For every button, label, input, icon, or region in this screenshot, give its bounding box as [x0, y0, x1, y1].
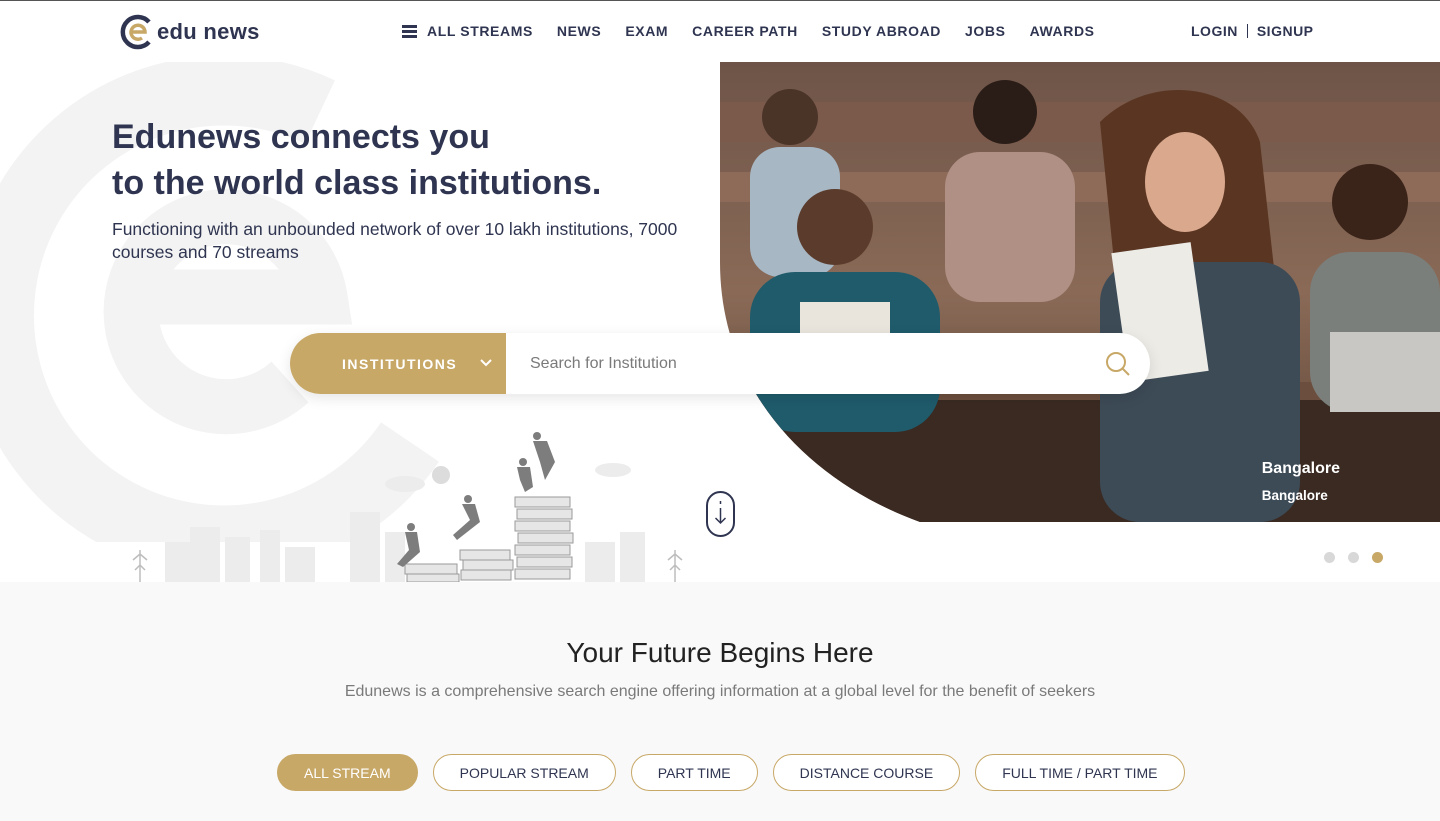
- search-button[interactable]: [1086, 333, 1150, 394]
- slider-dot-1[interactable]: [1324, 552, 1335, 563]
- growth-illustration: [132, 432, 683, 582]
- nav-jobs[interactable]: JOBS: [965, 23, 1006, 39]
- nav-career-path[interactable]: CAREER PATH: [692, 23, 798, 39]
- arrow-down-icon: [714, 501, 727, 525]
- nav-awards[interactable]: AWARDS: [1030, 23, 1095, 39]
- tab-all-stream[interactable]: ALL STREAM: [277, 754, 418, 791]
- edunews-logo-icon: [120, 14, 151, 50]
- tab-full-time-part-time[interactable]: FULL TIME / PART TIME: [975, 754, 1185, 791]
- tab-part-time[interactable]: PART TIME: [630, 754, 758, 791]
- hero-students-photo: [720, 62, 1440, 522]
- auth-links: LOGIN SIGNUP: [1191, 23, 1314, 39]
- search-icon: [1106, 351, 1130, 376]
- search-category-dropdown[interactable]: INSTITUTIONS: [290, 333, 506, 394]
- nav-all-streams[interactable]: ALL STREAMS: [402, 23, 533, 39]
- logo[interactable]: edu news: [119, 14, 260, 50]
- nav-exam[interactable]: EXAM: [625, 23, 668, 39]
- signup-link[interactable]: SIGNUP: [1257, 23, 1314, 39]
- scroll-down-indicator[interactable]: [706, 491, 735, 537]
- tab-distance-course[interactable]: DISTANCE COURSE: [772, 754, 961, 791]
- main-nav: ALL STREAMS NEWS EXAM CAREER PATH STUDY …: [402, 23, 1119, 39]
- hero-title-line-1: Edunews connects you: [112, 118, 490, 156]
- slider-dots: [1324, 552, 1396, 563]
- slide-city-sub: Bangalore: [1261, 488, 1328, 503]
- slide-caption: Bangalore Bangalore: [1262, 460, 1340, 503]
- slide-city: Bangalore: [1261, 460, 1340, 477]
- hero-title-line-2: to the world class institutions.: [112, 164, 602, 202]
- nav-all-streams-label: ALL STREAMS: [427, 23, 533, 39]
- nav-study-abroad[interactable]: STUDY ABROAD: [822, 23, 941, 39]
- future-subtitle: Edunews is a comprehensive search engine…: [344, 683, 1096, 700]
- stream-tabs: ALL STREAM POPULAR STREAM PART TIME DIST…: [277, 754, 1200, 791]
- site-header: edu news ALL STREAMS NEWS EXAM CAREER PA…: [0, 1, 1440, 62]
- hamburger-icon: [402, 25, 417, 38]
- slider-dot-3[interactable]: [1372, 552, 1383, 563]
- chevron-down-icon: [480, 359, 492, 367]
- tab-popular-stream[interactable]: POPULAR STREAM: [432, 754, 616, 791]
- nav-news[interactable]: NEWS: [557, 23, 601, 39]
- hero-subtitle: Functioning with an unbounded network of…: [112, 219, 678, 262]
- search-bar: INSTITUTIONS: [290, 333, 1150, 394]
- future-title: Your Future Begins Here: [566, 637, 874, 668]
- search-input[interactable]: [506, 333, 1086, 394]
- logo-text: edu news: [157, 19, 260, 44]
- slider-dot-2[interactable]: [1348, 552, 1359, 563]
- future-section: Your Future Begins Here Edunews is a com…: [0, 582, 1440, 821]
- auth-divider: [1246, 24, 1248, 38]
- login-link[interactable]: LOGIN: [1191, 23, 1238, 39]
- hero-title: Edunews connects you to the world class …: [112, 114, 712, 206]
- search-category-label: INSTITUTIONS: [342, 355, 458, 372]
- hero-section: Edunews connects you to the world class …: [0, 62, 1440, 582]
